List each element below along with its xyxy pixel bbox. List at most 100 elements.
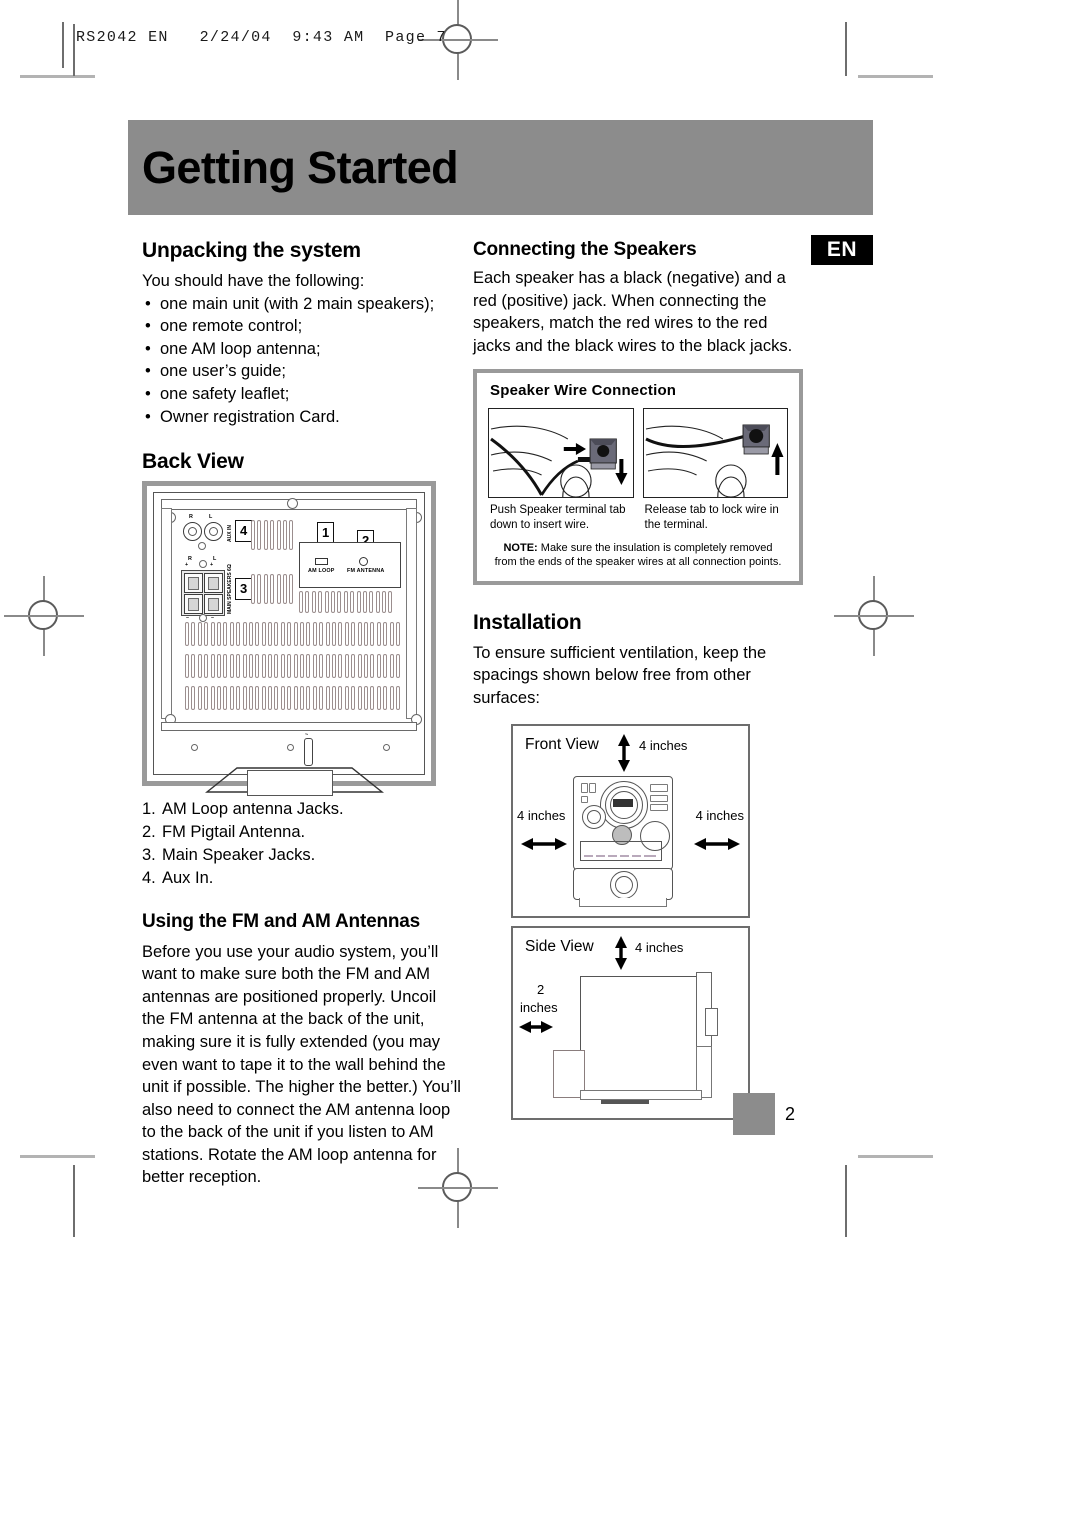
- registration-mark-left: [4, 576, 84, 656]
- speaker-wire-illustrations: Push Speaker terminal tab down to insert…: [488, 408, 788, 532]
- preset-button: [650, 794, 668, 802]
- back-panel-left-rail: [161, 508, 172, 720]
- connecting-body: Each speaker has a black (negative) and …: [473, 269, 793, 355]
- heading-installation: Installation: [473, 610, 582, 634]
- preset-button: [650, 783, 668, 792]
- label-speaker-left: L: [213, 556, 217, 563]
- left-column: Unpacking the system You should have the…: [142, 239, 462, 1189]
- label-am-loop: AM LOOP: [308, 568, 335, 575]
- indicator-button: [581, 782, 588, 793]
- label-terminal-plus-right: +: [185, 562, 189, 569]
- back-panel-right-rail: [406, 508, 417, 720]
- back-view-legend: 1. AM Loop antenna Jacks. 2. FM Pigtail An…: [142, 798, 462, 890]
- rear-connector-block: [705, 1007, 718, 1036]
- stereo-unit-foot: [579, 897, 667, 907]
- button-underline: [584, 854, 593, 857]
- speaker-wire-step-1: Push Speaker terminal tab down to insert…: [488, 408, 634, 532]
- preset-button: [650, 803, 668, 811]
- hand-pushing-tab-icon: [490, 426, 628, 498]
- unpacking-list: one main unit (with 2 main speakers); on…: [142, 293, 462, 429]
- function-button-row: [580, 840, 662, 861]
- legend-item: 2. FM Pigtail Antenna.: [142, 821, 462, 844]
- list-item: Owner registration Card.: [142, 406, 462, 429]
- legend-item: 1. AM Loop antenna Jacks.: [142, 798, 462, 821]
- power-knob-inner: [587, 809, 601, 824]
- antennas-body: Before you use your audio system, you’ll…: [142, 942, 461, 1187]
- label-rca-left: L: [209, 514, 213, 521]
- speaker-wire-caption-2: Release tab to lock wire in the terminal…: [644, 504, 779, 531]
- speaker-wire-step-2: Release tab to lock wire in the terminal…: [642, 408, 788, 532]
- speaker-terminal: [184, 594, 203, 615]
- label-speaker-right: R: [188, 556, 193, 563]
- button-underline: [644, 854, 656, 857]
- label-aux-in: AUX IN: [227, 525, 233, 543]
- page-content: Getting Started Unpacking the system You…: [128, 120, 873, 1186]
- button-underline: [596, 854, 605, 857]
- stereo-unit-side-base-shadow: [601, 1099, 649, 1104]
- guide-line-bottom-right: [845, 1165, 847, 1237]
- crop-mark-bottom-left: [20, 1155, 95, 1158]
- am-loop-jack: [315, 558, 328, 566]
- stereo-unit-base: [573, 867, 673, 900]
- vent-slots-row: [185, 686, 400, 711]
- callout-4: 4: [235, 520, 253, 543]
- legend-number: 4.: [142, 869, 156, 888]
- display-readout: [613, 798, 633, 807]
- print-slug: RS2042 EN 2/24/04 9:43 AM Page 7: [62, 22, 852, 68]
- heading-unpacking: Unpacking the system: [142, 239, 361, 262]
- stereo-unit-side-foot: [580, 1089, 702, 1100]
- vent-slots-row: [185, 654, 400, 679]
- main-speaker-terminal-block: [181, 570, 225, 617]
- crop-mark-top-left: [20, 75, 95, 78]
- page-number: 2: [785, 1104, 796, 1124]
- speaker-wire-caption-1: Push Speaker terminal tab down to insert…: [490, 504, 626, 531]
- installation-body: To ensure sufficient ventilation, keep t…: [473, 643, 767, 707]
- side-view-box: Side View 4 inches 2 inches: [511, 925, 750, 1120]
- indicator-button: [589, 782, 596, 793]
- button-underline: [608, 854, 617, 857]
- speaker-wire-box-heading: Speaker Wire Connection: [490, 382, 677, 400]
- legend-text: Aux In.: [162, 869, 214, 888]
- legend-text: Main Speaker Jacks.: [162, 846, 316, 865]
- right-column: EN Connecting the Speakers Each speaker …: [473, 235, 873, 1120]
- legend-item: 3. Main Speaker Jacks.: [142, 844, 462, 867]
- hand-releasing-tab-icon: [644, 424, 783, 498]
- heading-antennas: Using the FM and AM Antennas: [142, 910, 420, 932]
- label-terminal-minus-right: –: [186, 615, 190, 622]
- callout-3: 3: [235, 578, 253, 601]
- stereo-unit-side-body: [580, 975, 702, 1098]
- vent-slots-row: [251, 574, 294, 605]
- base-dial-inner: [615, 875, 633, 894]
- vent-slots-row: [299, 591, 393, 614]
- slug-rule: [62, 22, 64, 68]
- push-tab-illustration: [488, 408, 634, 499]
- speaker-terminal: [184, 573, 203, 594]
- button-underline: [620, 854, 629, 857]
- speaker-terminal: [204, 573, 223, 594]
- indicator-button: [581, 795, 588, 803]
- document-page: RS2042 EN 2/24/04 9:43 AM Page 7 Getting…: [0, 0, 1080, 1528]
- speaker-wire-connection-box: Speaker Wire Connection Push Speaker ter…: [473, 369, 803, 585]
- guide-line-bottom-left: [73, 1165, 75, 1237]
- crop-mark-bottom-right: [858, 1155, 933, 1158]
- button-underline: [632, 854, 641, 857]
- list-item: one user’s guide;: [142, 360, 462, 383]
- antenna-jack-panel: [299, 542, 401, 589]
- back-view-diagram: R L AUX IN R L + + – – MAIN SPEAKERS 6Ω …: [142, 481, 436, 797]
- legend-number: 2.: [142, 823, 156, 842]
- chapter-title-band: Getting Started: [128, 120, 873, 215]
- legend-number: 1.: [142, 800, 156, 819]
- legend-number: 3.: [142, 846, 156, 865]
- callout-1: 1: [317, 522, 335, 545]
- list-item: one AM loop antenna;: [142, 338, 462, 361]
- front-view-box: Front View 4 inches 4 inches 4 inches: [511, 723, 750, 918]
- vent-slots-row: [251, 520, 294, 551]
- crop-mark-top-right: [858, 75, 933, 78]
- back-panel-bottom-rail: [161, 722, 417, 732]
- legend-text: FM Pigtail Antenna.: [162, 823, 306, 842]
- page-title: Getting Started: [142, 141, 459, 193]
- note-label: NOTE:: [503, 542, 538, 555]
- stereo-unit-front: [573, 775, 673, 870]
- speaker-wire-note: NOTE: Make sure the insulation is comple…: [488, 541, 788, 570]
- page-footer: 2: [733, 1093, 795, 1135]
